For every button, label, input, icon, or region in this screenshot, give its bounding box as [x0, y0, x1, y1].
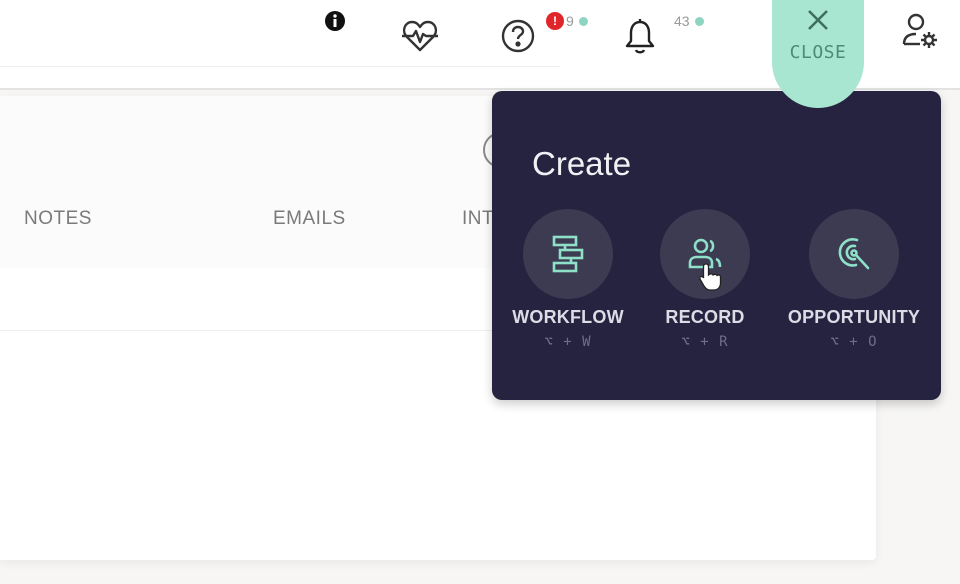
create-menu-popover: Create WORKFLOW ⌥ + W RECORD ⌥ + R OPPOR… — [492, 91, 941, 400]
close-icon — [808, 10, 828, 30]
tab-integrations[interactable]: INT — [462, 208, 494, 230]
tab-notes[interactable]: NOTES — [24, 208, 92, 230]
create-menu-title: Create — [532, 145, 632, 182]
topbar-divider — [0, 66, 560, 67]
opportunity-target-icon — [838, 238, 870, 270]
notifications-badge: 43 — [674, 13, 704, 29]
workflow-icon-circle — [523, 209, 613, 299]
close-button[interactable]: CLOSE — [772, 0, 864, 108]
user-settings-icon[interactable] — [896, 10, 944, 54]
close-label: CLOSE — [789, 42, 847, 63]
help-badge: ! 9 — [546, 12, 588, 30]
record-label: RECORD — [665, 307, 745, 327]
workflow-shortcut: ⌥ + W — [544, 334, 592, 350]
workflow-label: WORKFLOW — [512, 307, 624, 327]
opportunity-label: OPPORTUNITY — [787, 307, 921, 327]
opportunity-shortcut: ⌥ + O — [830, 334, 878, 350]
record-shortcut: ⌥ + R — [681, 334, 729, 350]
help-circle-icon[interactable] — [498, 16, 538, 56]
opportunity-icon-circle — [809, 209, 899, 299]
notifications-count: 43 — [674, 13, 690, 29]
tab-emails[interactable]: EMAILS — [273, 208, 346, 230]
info-icon[interactable] — [324, 10, 346, 32]
workflow-icon — [552, 235, 584, 273]
pointer-cursor-icon — [698, 262, 724, 297]
status-dot — [578, 16, 588, 26]
heart-pulse-icon[interactable] — [398, 16, 442, 56]
status-dot — [694, 16, 704, 26]
create-workflow-button[interactable]: WORKFLOW ⌥ + W — [493, 209, 643, 350]
help-count: 9 — [566, 13, 574, 29]
create-opportunity-button[interactable]: OPPORTUNITY ⌥ + O — [779, 209, 929, 350]
bell-icon[interactable] — [620, 16, 660, 56]
alert-badge: ! — [546, 12, 564, 30]
